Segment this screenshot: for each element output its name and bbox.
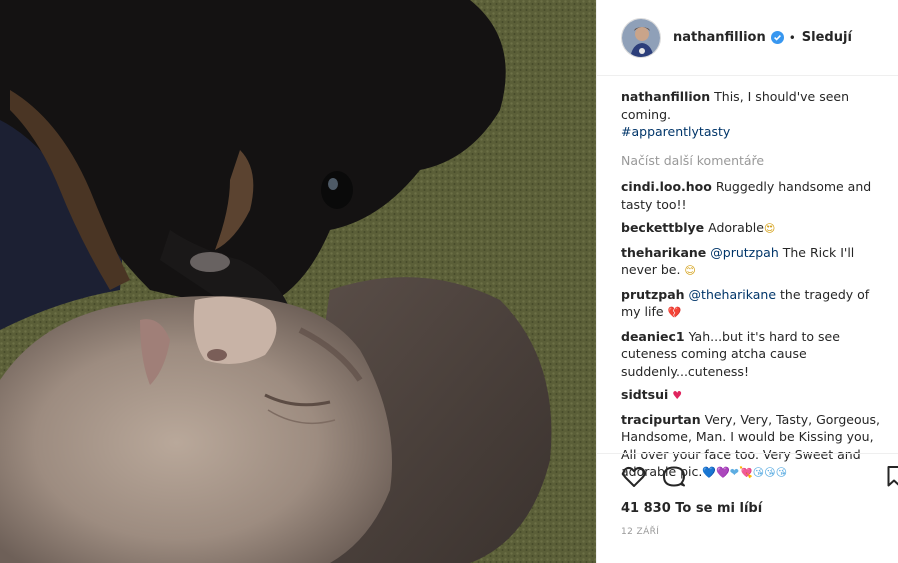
- comment: deaniec1 Yah...but it's hard to see cuten…: [621, 328, 888, 381]
- hashtag-link[interactable]: #apparentlytasty: [621, 124, 730, 139]
- comment-username[interactable]: beckettblye: [621, 220, 704, 235]
- verified-badge-icon: [770, 31, 784, 44]
- comment-username[interactable]: sidtsui: [621, 387, 668, 402]
- broken-heart-emoji: 💔: [667, 306, 682, 319]
- comment-username[interactable]: theharikane: [621, 245, 706, 260]
- post-author-username[interactable]: nathanfillion: [673, 30, 766, 45]
- avatar[interactable]: [621, 17, 661, 58]
- likes-count[interactable]: 41 830 To se mi líbí: [621, 501, 762, 516]
- comment-username[interactable]: cindi.loo.hoo: [621, 179, 712, 194]
- mention-link[interactable]: @theharikane: [689, 287, 777, 302]
- post-actions: 41 830 To se mi líbí 12 ZÁŘÍ: [597, 453, 898, 563]
- heart-icon[interactable]: [621, 464, 647, 490]
- separator-dot: •: [788, 30, 796, 45]
- comment: prutzpah @theharikane the tragedy of my l…: [621, 286, 888, 322]
- comment-text: Adorable: [708, 220, 764, 235]
- comment-username[interactable]: deaniec1: [621, 329, 685, 344]
- heart-eyes-emoji: 😍: [763, 222, 776, 235]
- mention-link[interactable]: @prutzpah: [710, 245, 778, 260]
- load-more-comments-button[interactable]: Načíst další komentáře: [621, 152, 888, 170]
- comment-username[interactable]: tracipurtan: [621, 412, 701, 427]
- post-panel: nathanfillion • Sledují nathanfillion Thi…: [596, 0, 898, 563]
- caption-username[interactable]: nathanfillion: [621, 89, 710, 104]
- comment: beckettblye Adorable😍: [621, 219, 888, 238]
- following-button[interactable]: Sledují: [802, 30, 852, 45]
- heart-emoji: ♥: [672, 389, 683, 402]
- comment-icon[interactable]: [661, 464, 687, 490]
- comment: cindi.loo.hoo Ruggedly handsome and tasty…: [621, 178, 888, 213]
- photo-image: [0, 0, 596, 563]
- comments-list: nathanfillion This, I should've seen comi…: [621, 88, 888, 488]
- caption: nathanfillion This, I should've seen comi…: [621, 88, 888, 141]
- post-header: nathanfillion • Sledují: [597, 0, 898, 76]
- post-photo[interactable]: [0, 0, 596, 563]
- bookmark-icon[interactable]: [887, 464, 898, 490]
- smile-emoji: 😊: [684, 264, 696, 277]
- comment: theharikane @prutzpah The Rick I'll never…: [621, 244, 888, 280]
- action-icons: [621, 464, 898, 490]
- comment: sidtsui ♥: [621, 386, 888, 405]
- comment-username[interactable]: prutzpah: [621, 287, 685, 302]
- post-date[interactable]: 12 ZÁŘÍ: [621, 527, 659, 537]
